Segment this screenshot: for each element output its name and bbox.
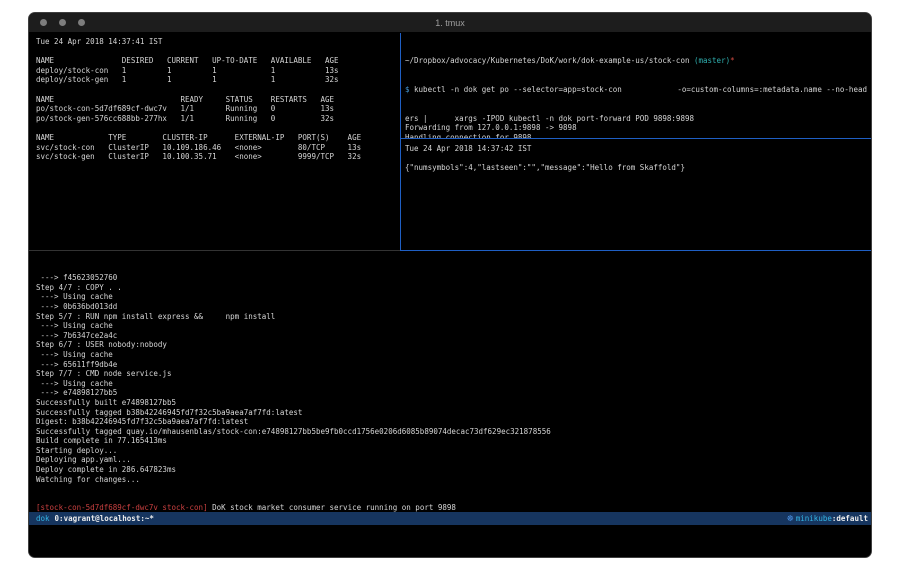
window-titlebar: 1. tmux: [29, 13, 871, 33]
git-branch: (master): [694, 56, 730, 65]
command-line: $ kubectl -n dok get po --selector=app=s…: [405, 85, 869, 95]
cwd-path: ~/Dropbox/advocacy/Kubernetes/DoK/work/d…: [405, 56, 694, 65]
pane-port-forward[interactable]: ~/Dropbox/advocacy/Kubernetes/DoK/work/d…: [401, 33, 871, 138]
close-button[interactable]: [40, 19, 47, 26]
window-title: 1. tmux: [29, 13, 871, 33]
tmux-session: Tue 24 Apr 2018 14:37:41 IST NAME DESIRE…: [29, 33, 871, 557]
pane-skaffold-log[interactable]: ---> f45623052760 Step 4/7 : COPY . . --…: [29, 251, 871, 512]
kube-context: minikube: [796, 512, 832, 525]
docker-build-log: ---> f45623052760 Step 4/7 : COPY . . --…: [36, 273, 871, 484]
git-dirty-flag: *: [730, 56, 735, 65]
zoom-button[interactable]: [78, 19, 85, 26]
log-line: [stock-con-5d7df689cf-dwc7v stock-con] D…: [36, 503, 871, 512]
shell-header-line: ~/Dropbox/advocacy/Kubernetes/DoK/work/d…: [405, 56, 869, 66]
terminal-window: 1. tmux Tue 24 Apr 2018 14:37:41 IST NAM…: [28, 12, 872, 558]
pane-curl-watch[interactable]: Tue 24 Apr 2018 14:37:42 IST {"numsymbol…: [401, 139, 871, 250]
tmux-window-list-item[interactable]: 0:vagrant@localhost:~*: [55, 512, 154, 525]
command-left: kubectl -n dok get po --selector=app=sto…: [410, 85, 622, 94]
pod-log-prefix: [stock-con-5d7df689cf-dwc7v stock-con]: [36, 503, 208, 512]
minimize-button[interactable]: [59, 19, 66, 26]
pod-log-text: DoK stock market consumer service runnin…: [208, 503, 456, 512]
kubernetes-icon: ☸: [787, 514, 794, 523]
command-right: -o=custom-columns=:metadata.name --no-he…: [677, 85, 867, 95]
tmux-status-bar: dok 0:vagrant@localhost:~* ☸ minikube :d…: [29, 512, 871, 525]
kube-namespace: :default: [832, 512, 868, 525]
port-forward-output: ers | xargs -IPOD kubectl -n dok port-fo…: [405, 114, 869, 138]
pane-kubectl-watch[interactable]: Tue 24 Apr 2018 14:37:41 IST NAME DESIRE…: [29, 33, 400, 250]
tmux-session-name: dok: [36, 512, 50, 525]
